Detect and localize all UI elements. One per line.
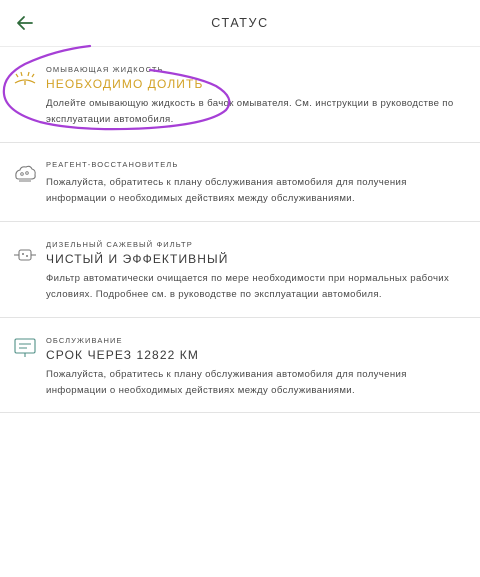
- item-category: ОМЫВАЮЩАЯ ЖИДКОСТЬ: [46, 65, 164, 74]
- item-status: СРОК ЧЕРЕЗ 12822 КМ: [46, 348, 199, 362]
- top-bar: СТАТУС: [0, 0, 480, 47]
- item-category: ОБСЛУЖИВАНИЕ: [46, 336, 123, 345]
- item-status: ЧИСТЫЙ И ЭФФЕКТИВНЫЙ: [46, 252, 229, 266]
- item-description: Пожалуйста, обратитесь к плану обслужива…: [46, 177, 407, 204]
- item-category: РЕАГЕНТ-ВОССТАНОВИТЕЛЬ: [46, 160, 179, 169]
- washer-fluid-icon: [14, 71, 36, 85]
- diesel-particulate-filter-icon: [14, 249, 36, 261]
- item-description: Фильтр автоматически очищается по мере н…: [46, 273, 450, 300]
- service-book-icon: [14, 338, 36, 357]
- item-category: ДИЗЕЛЬНЫЙ САЖЕВЫЙ ФИЛЬТР: [46, 240, 193, 249]
- status-item-dpf[interactable]: ДИЗЕЛЬНЫЙ САЖЕВЫЙ ФИЛЬТР ЧИСТЫЙ И ЭФФЕКТ…: [0, 222, 480, 318]
- page-title: СТАТУС: [211, 16, 269, 30]
- status-item-service[interactable]: ОБСЛУЖИВАНИЕ СРОК ЧЕРЕЗ 12822 КМ Пожалуй…: [0, 318, 480, 413]
- item-status: НЕОБХОДИМО ДОЛИТЬ: [46, 77, 204, 91]
- status-item-reductant[interactable]: РЕАГЕНТ-ВОССТАНОВИТЕЛЬ Пожалуйста, обрат…: [0, 143, 480, 222]
- item-description: Долейте омывающую жидкость в бачок омыва…: [46, 98, 454, 125]
- status-item-washer-fluid[interactable]: ОМЫВАЮЩАЯ ЖИДКОСТЬ НЕОБХОДИМО ДОЛИТЬ Дол…: [0, 47, 480, 143]
- reductant-icon: [15, 165, 36, 182]
- item-description: Пожалуйста, обратитесь к плану обслужива…: [46, 369, 407, 396]
